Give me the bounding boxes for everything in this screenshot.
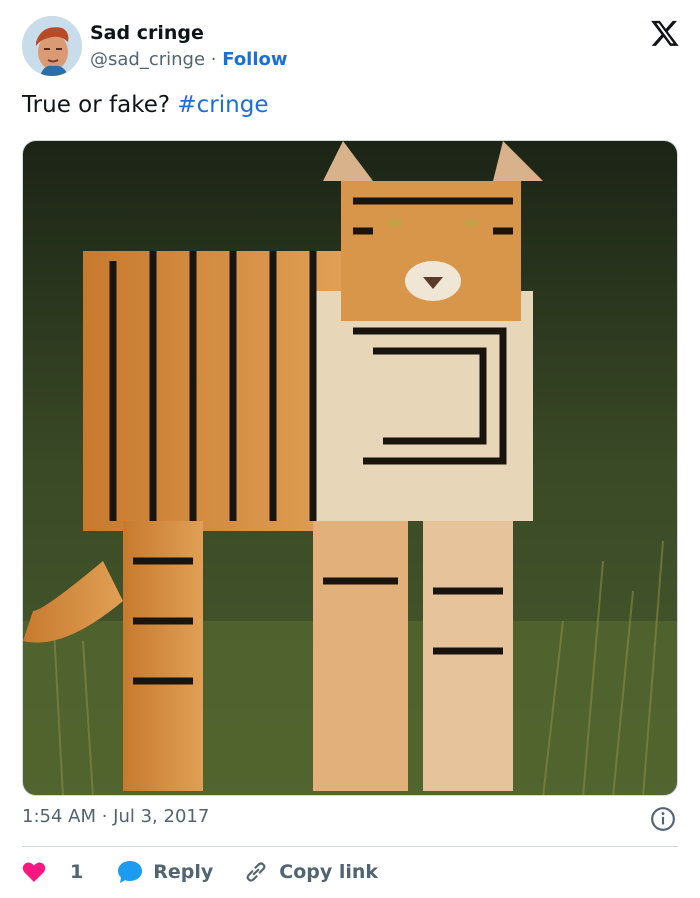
x-logo-icon[interactable] [650,18,680,48]
follow-button[interactable]: Follow [222,49,287,70]
like-button[interactable]: 1 [22,861,83,883]
handle-separator: · [210,49,217,70]
tiger-photo [23,141,677,795]
tweet-header: Sad cringe @sad_cringe · Follow [22,16,680,78]
tweet-body: True or fake? [22,92,171,118]
reply-button[interactable]: Reply [117,860,213,884]
info-icon[interactable] [650,806,676,832]
reply-bubble-icon [118,861,143,883]
tweet-timestamp[interactable]: 1:54 AM · Jul 3, 2017 [22,806,209,827]
copy-link-label: Copy link [279,861,379,883]
link-icon [246,862,266,882]
heart-icon [22,862,46,882]
avatar[interactable] [22,16,82,76]
avatar-image [22,16,82,76]
author-handle[interactable]: @sad_cringe [90,49,205,70]
author-name[interactable]: Sad cringe [90,22,204,44]
author-handle-row: @sad_cringe · Follow [90,49,288,70]
copy-link-button[interactable]: Copy link [243,859,378,885]
divider [22,846,678,847]
reply-label: Reply [153,861,214,883]
like-count: 1 [70,861,84,883]
hashtag-link[interactable]: #cringe [177,92,268,118]
tweet-actions: 1 Reply Copy link [22,856,378,888]
tweet-media-image[interactable] [22,140,678,796]
tweet-text: True or fake? #cringe [22,92,268,118]
